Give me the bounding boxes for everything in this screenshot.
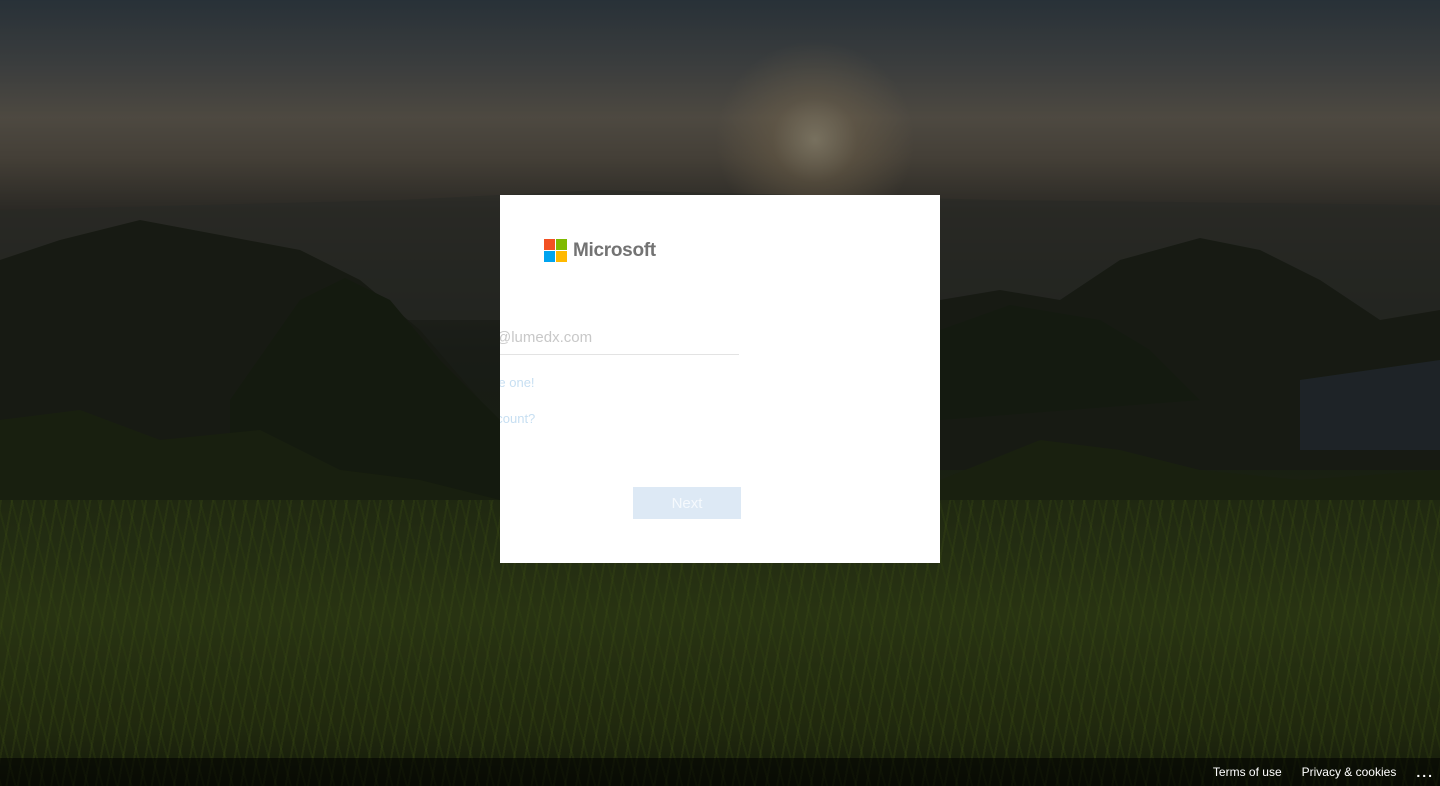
logo-square-green [556, 239, 567, 250]
terms-of-use-link[interactable]: Terms of use [1213, 765, 1282, 779]
microsoft-logo: Microsoft [544, 239, 656, 262]
create-account-link[interactable]: No account? Create one! [500, 375, 535, 390]
email-input-value: @lumedx.com [500, 329, 593, 346]
email-input-underline [500, 354, 739, 355]
signin-dialog: Microsoft @lumedx.com No account? Create… [500, 195, 940, 563]
microsoft-logo-icon [544, 239, 567, 262]
logo-square-red [544, 239, 555, 250]
next-button[interactable]: Next [633, 487, 741, 519]
footer-bar: Terms of use Privacy & cookies ... [0, 758, 1440, 786]
more-options-icon[interactable]: ... [1416, 764, 1434, 780]
privacy-cookies-link[interactable]: Privacy & cookies [1302, 765, 1397, 779]
logo-square-yellow [556, 251, 567, 262]
logo-square-blue [544, 251, 555, 262]
email-input[interactable]: @lumedx.com [500, 323, 739, 355]
logo-text: Microsoft [573, 239, 656, 261]
cant-access-account-link[interactable]: Can't access your account? [500, 411, 535, 426]
